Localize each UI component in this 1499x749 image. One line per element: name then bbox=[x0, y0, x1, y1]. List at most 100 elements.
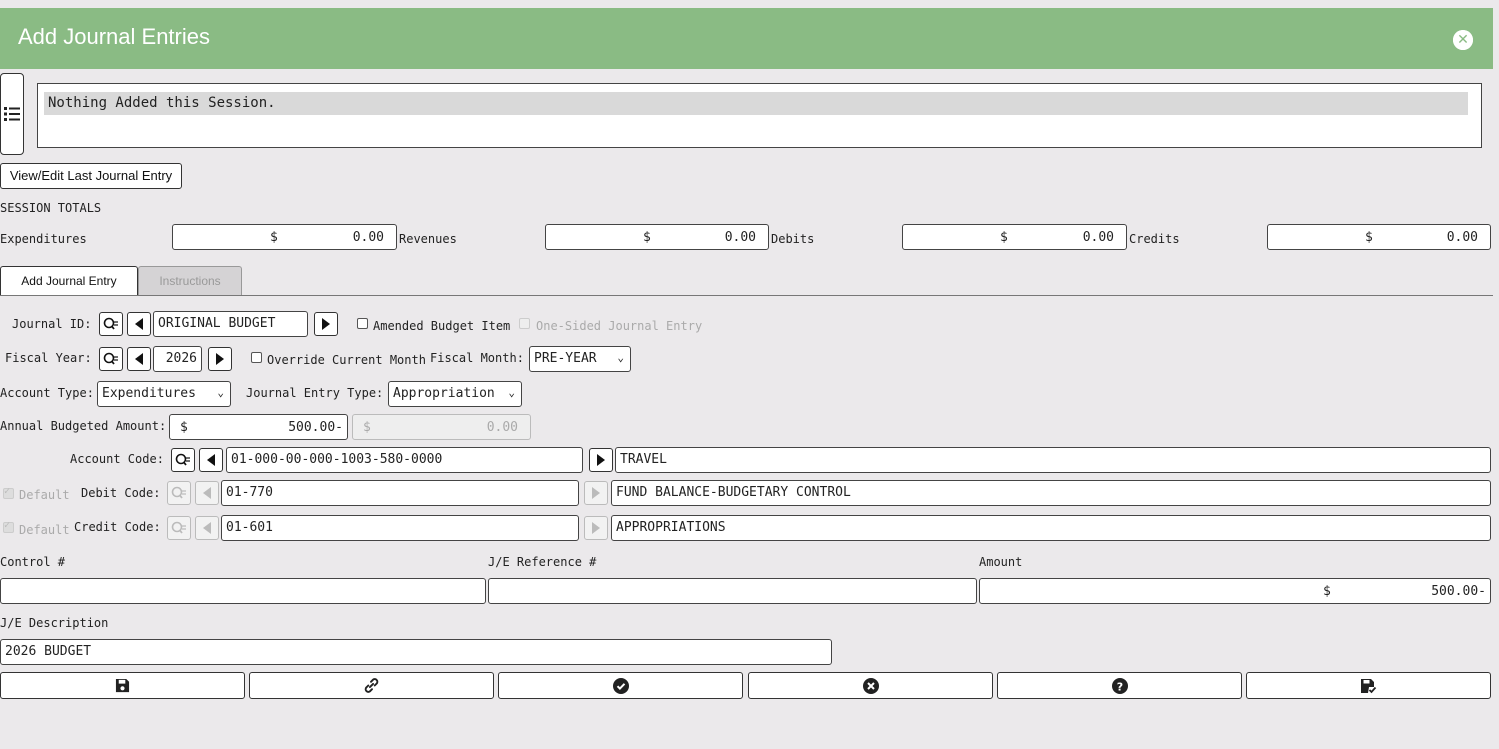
credit-code-next-button[interactable] bbox=[584, 516, 608, 540]
check-icon bbox=[612, 677, 629, 694]
expenditures-total: $0.00 bbox=[172, 224, 397, 250]
tab-add-journal-entry[interactable]: Add Journal Entry bbox=[0, 266, 138, 295]
cancel-button[interactable] bbox=[748, 672, 993, 699]
account-type-label: Account Type: bbox=[0, 386, 94, 400]
je-description-field[interactable]: 2026 BUDGET bbox=[0, 639, 832, 665]
annual-budget-secondary-field: $0.00 bbox=[352, 414, 531, 440]
next-arrow-icon bbox=[216, 353, 224, 365]
override-month-checkbox[interactable] bbox=[251, 352, 262, 363]
debit-default-checkbox[interactable] bbox=[3, 486, 14, 499]
debits-total: $0.00 bbox=[902, 224, 1127, 250]
prev-arrow-icon bbox=[135, 353, 143, 365]
help-icon: ? bbox=[1111, 677, 1128, 694]
revenues-label: Revenues bbox=[399, 232, 457, 246]
journal-id-next-button[interactable] bbox=[314, 312, 338, 336]
je-type-label: Journal Entry Type: bbox=[246, 386, 384, 400]
search-list-icon bbox=[103, 352, 118, 365]
je-description-label: J/E Description bbox=[0, 616, 109, 630]
confirm-button[interactable] bbox=[498, 672, 743, 699]
control-number-label: Control # bbox=[0, 555, 66, 569]
je-reference-label: J/E Reference # bbox=[488, 555, 597, 569]
account-type-select[interactable]: Expenditures ⌄ bbox=[97, 381, 231, 407]
debit-code-prev-button[interactable] bbox=[195, 481, 219, 505]
prev-arrow-icon bbox=[135, 318, 143, 330]
window-title: Add Journal Entries bbox=[18, 24, 210, 49]
credits-label: Credits bbox=[1129, 232, 1180, 246]
help-button[interactable]: ? bbox=[997, 672, 1242, 699]
tab-divider bbox=[0, 295, 1493, 296]
cancel-icon bbox=[862, 677, 879, 694]
next-arrow-icon bbox=[592, 487, 600, 499]
expenditures-label: Expenditures bbox=[0, 232, 87, 246]
control-number-field[interactable] bbox=[0, 578, 486, 604]
debits-label: Debits bbox=[771, 232, 815, 246]
amended-budget-checkbox[interactable] bbox=[357, 318, 368, 329]
je-type-select[interactable]: Appropriation ⌄ bbox=[388, 381, 522, 407]
revenues-total: $0.00 bbox=[545, 224, 769, 250]
attach-button[interactable] bbox=[249, 672, 494, 699]
next-arrow-icon bbox=[322, 318, 330, 330]
override-month-label: Override Current Month bbox=[267, 353, 426, 367]
account-code-label: Account Code: bbox=[70, 452, 164, 466]
fiscal-year-field[interactable]: 2026 bbox=[153, 346, 202, 372]
fiscal-year-label: Fiscal Year: bbox=[5, 351, 92, 365]
debit-code-field[interactable]: 01-770 bbox=[221, 480, 579, 506]
credit-default-checkbox[interactable] bbox=[3, 520, 14, 533]
fiscal-year-lookup-button[interactable] bbox=[99, 347, 123, 371]
session-list: Nothing Added this Session. bbox=[37, 83, 1482, 148]
view-edit-last-button[interactable]: View/Edit Last Journal Entry bbox=[0, 163, 182, 189]
close-icon[interactable]: ✕ bbox=[1453, 30, 1473, 50]
account-code-prev-button[interactable] bbox=[199, 448, 223, 472]
list-toggle-button[interactable] bbox=[0, 73, 24, 155]
chevron-down-icon: ⌄ bbox=[617, 351, 624, 364]
debit-code-lookup-button[interactable] bbox=[167, 481, 191, 505]
amount-field[interactable]: $500.00- bbox=[979, 578, 1491, 604]
journal-id-lookup-button[interactable] bbox=[99, 312, 123, 336]
tab-instructions[interactable]: Instructions bbox=[138, 266, 242, 295]
fiscal-year-next-button[interactable] bbox=[208, 347, 232, 371]
one-sided-label: One-Sided Journal Entry bbox=[536, 319, 703, 333]
fiscal-year-prev-button[interactable] bbox=[127, 347, 151, 371]
credit-code-description: APPROPRIATIONS bbox=[611, 515, 1491, 541]
je-reference-field[interactable] bbox=[488, 578, 977, 604]
save-verify-icon bbox=[1361, 678, 1377, 693]
save-and-verify-button[interactable] bbox=[1246, 672, 1491, 699]
credits-total: $0.00 bbox=[1267, 224, 1491, 250]
account-code-description: TRAVEL bbox=[615, 447, 1491, 473]
save-icon bbox=[115, 678, 130, 693]
prev-arrow-icon bbox=[203, 487, 211, 499]
next-arrow-icon bbox=[592, 522, 600, 534]
credit-code-lookup-button[interactable] bbox=[167, 516, 191, 540]
account-code-field[interactable]: 01-000-00-000-1003-580-0000 bbox=[226, 447, 583, 473]
svg-text:?: ? bbox=[1116, 680, 1122, 693]
account-code-next-button[interactable] bbox=[589, 448, 613, 472]
debit-default-label: Default bbox=[19, 488, 70, 502]
search-list-icon bbox=[175, 453, 190, 466]
list-icon bbox=[4, 107, 20, 121]
fiscal-month-label: Fiscal Month: bbox=[430, 351, 524, 365]
journal-id-field[interactable]: ORIGINAL BUDGET bbox=[153, 311, 308, 337]
chevron-down-icon: ⌄ bbox=[508, 386, 515, 399]
journal-id-prev-button[interactable] bbox=[127, 312, 151, 336]
amended-budget-label: Amended Budget Item bbox=[373, 319, 511, 333]
credit-code-field[interactable]: 01-601 bbox=[221, 515, 579, 541]
annual-budget-field[interactable]: $500.00- bbox=[169, 414, 348, 440]
save-button[interactable] bbox=[0, 672, 245, 699]
credit-code-label: Credit Code: bbox=[74, 520, 161, 534]
session-message: Nothing Added this Session. bbox=[44, 92, 1468, 115]
prev-arrow-icon bbox=[203, 522, 211, 534]
credit-code-prev-button[interactable] bbox=[195, 516, 219, 540]
session-totals-heading: SESSION TOTALS bbox=[0, 201, 102, 215]
debit-code-next-button[interactable] bbox=[584, 481, 608, 505]
fiscal-month-select[interactable]: PRE-YEAR ⌄ bbox=[529, 346, 631, 372]
debit-code-label: Debit Code: bbox=[81, 486, 161, 500]
account-code-lookup-button[interactable] bbox=[171, 448, 195, 472]
credit-default-label: Default bbox=[19, 523, 70, 537]
attach-icon bbox=[364, 678, 379, 693]
prev-arrow-icon bbox=[207, 454, 215, 466]
search-list-icon bbox=[171, 486, 186, 499]
journal-id-label: Journal ID: bbox=[12, 317, 92, 331]
search-list-icon bbox=[171, 521, 186, 534]
chevron-down-icon: ⌄ bbox=[217, 386, 224, 399]
one-sided-checkbox[interactable] bbox=[519, 318, 530, 329]
